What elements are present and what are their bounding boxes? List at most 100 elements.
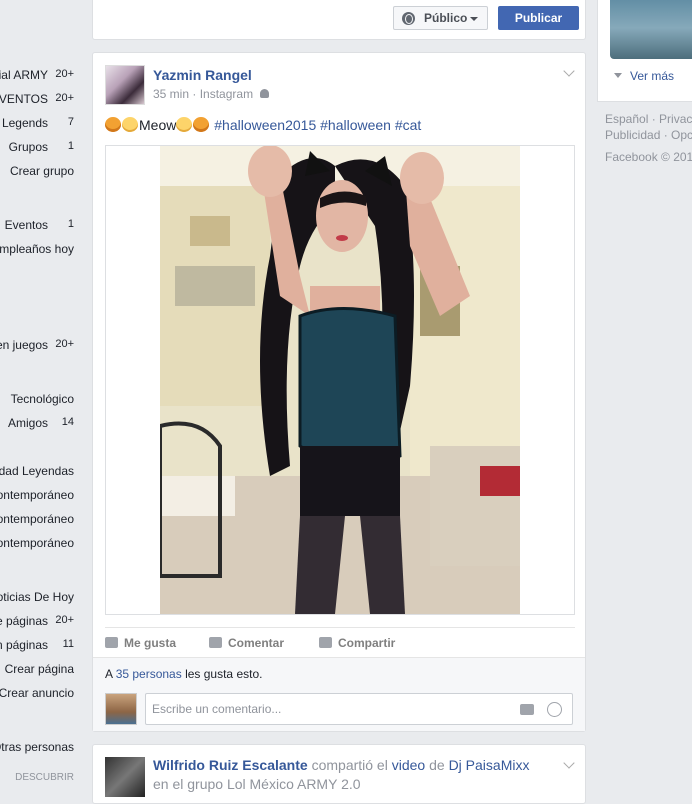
left-nav-item[interactable]: Noticias De Hoy bbox=[0, 590, 78, 606]
likes-suffix: les gusta esto. bbox=[185, 667, 263, 681]
right-column: Ver más Español · Privacidad Publicidad … bbox=[597, 0, 692, 782]
left-nav-label: Eventos bbox=[4, 218, 48, 232]
left-nav-item[interactable]: Arte contemporáneo bbox=[0, 512, 78, 528]
left-nav-count: 20+ bbox=[55, 68, 74, 80]
left-nav-label: Comunidad Leyendas bbox=[0, 464, 74, 478]
feed-post: Yazmin Rangel 35 min · Instagram Meow #h… bbox=[92, 52, 586, 732]
post-text: Meow #halloween2015 #halloween #cat bbox=[105, 117, 421, 133]
cat-emoji-icon bbox=[122, 117, 138, 132]
author-avatar[interactable] bbox=[105, 65, 145, 105]
left-nav-count: 20+ bbox=[55, 614, 74, 626]
left-nav-label: ARMY EVENTOS bbox=[0, 92, 48, 106]
left-nav-item[interactable]: Comunidad Leyendas bbox=[0, 464, 78, 480]
like-label: Me gusta bbox=[124, 636, 177, 650]
left-nav-label: Clan Oficial ARMY bbox=[0, 68, 48, 82]
post-meta: 35 min · Instagram bbox=[153, 87, 270, 101]
speech-bubble-icon bbox=[209, 637, 222, 648]
left-nav-count: 7 bbox=[67, 116, 74, 128]
left-nav-item[interactable]: Clan Oficial ARMY 20+ bbox=[0, 68, 78, 84]
left-nav-label: Crear anuncio bbox=[0, 686, 74, 700]
section-label: DESCUBRIR bbox=[15, 772, 74, 782]
left-nav-label: Arte contemporáneo bbox=[0, 488, 74, 502]
left-nav-item[interactable]: Noticias en juegos 20+ bbox=[0, 338, 78, 354]
footer-links-2[interactable]: Publicidad · Opciones bbox=[605, 128, 692, 142]
left-nav-item[interactable]: Crear grupo bbox=[0, 164, 78, 180]
likes-people-link[interactable]: 35 personas bbox=[116, 667, 182, 681]
post-author[interactable]: Yazmin Rangel bbox=[153, 67, 252, 83]
post-group-line[interactable]: en el grupo Lol México ARMY 2.0 bbox=[153, 776, 361, 792]
left-nav-count: 14 bbox=[61, 416, 74, 428]
see-more-link[interactable]: Ver más bbox=[614, 69, 674, 83]
left-nav-item[interactable]: Arte contemporáneo bbox=[0, 536, 78, 552]
left-nav-item[interactable]: Amigos 14 bbox=[0, 416, 78, 432]
caret-down-icon bbox=[470, 17, 478, 21]
separator: · bbox=[192, 87, 197, 101]
left-nav-item[interactable]: Me gustan páginas 11 bbox=[0, 638, 78, 654]
page-link[interactable]: Dj PaisaMixx bbox=[449, 757, 530, 773]
cat-emoji-icon bbox=[176, 117, 193, 132]
post-hashtags[interactable]: #halloween2015 #halloween #cat bbox=[214, 117, 421, 133]
left-nav-label: Amigos bbox=[7, 416, 48, 430]
left-nav-label: Me gustan páginas bbox=[0, 638, 48, 652]
of-text: de bbox=[429, 757, 445, 773]
comment-input[interactable]: Escribe un comentario... bbox=[145, 693, 573, 725]
left-nav-item[interactable]: Tecnológico bbox=[0, 392, 78, 408]
composer-card: Público Publicar bbox=[92, 0, 586, 40]
post-photo-frame[interactable] bbox=[105, 145, 575, 615]
share-action[interactable]: Compartir bbox=[319, 636, 395, 650]
post-options-chevron-icon[interactable] bbox=[563, 757, 575, 769]
left-nav-item[interactable]: Crear anuncio bbox=[0, 686, 78, 702]
post-app[interactable]: Instagram bbox=[200, 87, 253, 101]
left-nav-label: Grupos bbox=[8, 140, 48, 154]
like-action[interactable]: Me gusta bbox=[105, 636, 176, 650]
current-user-avatar bbox=[105, 693, 137, 725]
left-nav-item[interactable]: ARMY EVENTOS 20+ bbox=[0, 92, 78, 108]
post-photo[interactable] bbox=[160, 146, 520, 614]
comment-action[interactable]: Comentar bbox=[209, 636, 284, 650]
audience-selector-button[interactable]: Público bbox=[393, 6, 488, 30]
left-nav-count: 20+ bbox=[55, 92, 74, 104]
comment-box: Escribe un comentario... bbox=[93, 687, 585, 731]
left-nav-item[interactable]: Otras personas bbox=[0, 740, 78, 756]
left-nav-count: 20+ bbox=[55, 338, 74, 350]
left-nav-label: Noticias en juegos bbox=[0, 338, 48, 352]
video-link[interactable]: video bbox=[392, 757, 425, 773]
game-thumbnail[interactable] bbox=[610, 0, 692, 59]
left-nav-count: 1 bbox=[67, 140, 74, 152]
footer-links-1[interactable]: Español · Privacidad bbox=[605, 112, 692, 126]
left-nav-item[interactable]: Arte contemporáneo bbox=[0, 488, 78, 504]
pumpkin-emoji-icon bbox=[105, 117, 121, 132]
post-header-line: Wilfrido Ruiz Escalante compartió el vid… bbox=[153, 757, 529, 773]
camera-icon[interactable] bbox=[520, 704, 534, 715]
share-arrow-icon bbox=[319, 637, 332, 648]
left-nav-section-header: DESCUBRIR bbox=[0, 772, 78, 782]
publish-button[interactable]: Publicar bbox=[498, 6, 579, 30]
pumpkin-emoji-icon bbox=[193, 117, 210, 132]
left-nav-label: Arte contemporáneo bbox=[0, 536, 74, 550]
left-nav-label: Noticias De Hoy bbox=[0, 590, 74, 604]
left-nav-label: Crear grupo bbox=[9, 164, 74, 178]
left-nav-item[interactable]: Eventos 1 bbox=[0, 218, 78, 234]
post-options-chevron-icon[interactable] bbox=[563, 65, 575, 77]
thumbs-up-icon bbox=[105, 637, 118, 648]
left-nav-item[interactable]: League of Legends 7 bbox=[0, 116, 78, 132]
left-nav-item[interactable]: Grupos 1 bbox=[0, 140, 78, 156]
post-time[interactable]: 35 min bbox=[153, 87, 189, 101]
globe-icon bbox=[402, 12, 415, 25]
post-author[interactable]: Wilfrido Ruiz Escalante bbox=[153, 757, 308, 773]
feed-post: Wilfrido Ruiz Escalante compartió el vid… bbox=[92, 744, 586, 804]
author-avatar[interactable] bbox=[105, 757, 145, 797]
left-nav-label: Cumpleaños hoy bbox=[0, 242, 74, 256]
emoji-smiley-icon[interactable] bbox=[547, 702, 562, 717]
audience-label: Público bbox=[424, 11, 468, 25]
left-nav-label: Noticias de páginas bbox=[0, 614, 48, 628]
left-nav-item[interactable]: Cumpleaños hoy bbox=[0, 242, 78, 258]
left-nav-label: Crear página bbox=[4, 662, 74, 676]
left-nav-item[interactable]: Crear página bbox=[0, 662, 78, 678]
left-nav-item[interactable]: Noticias de páginas 20+ bbox=[0, 614, 78, 630]
post-text-body: Meow bbox=[139, 117, 177, 133]
left-nav-count: 1 bbox=[67, 218, 74, 230]
comment-placeholder: Escribe un comentario... bbox=[152, 702, 282, 716]
left-nav-label: Arte contemporáneo bbox=[0, 512, 74, 526]
game-card: Ver más bbox=[597, 0, 692, 102]
